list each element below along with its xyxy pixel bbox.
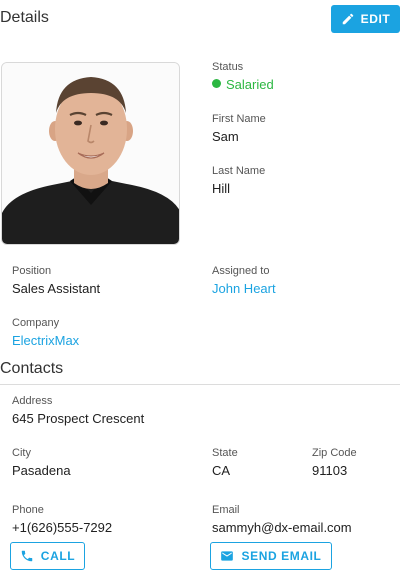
state-label: State — [212, 447, 238, 459]
position-label: Position — [12, 265, 52, 277]
last-name-label: Last Name — [212, 165, 266, 177]
call-button-label: CALL — [40, 549, 76, 563]
city-value: Pasadena — [12, 463, 71, 478]
email-label: Email — [212, 504, 240, 516]
assigned-to-link[interactable]: John Heart — [212, 281, 276, 296]
edit-button-label: EDIT — [360, 12, 391, 26]
contacts-divider — [0, 384, 400, 385]
address-label: Address — [12, 395, 53, 407]
last-name-value: Hill — [212, 181, 231, 196]
address-value: 645 Prospect Crescent — [12, 411, 145, 426]
phone-value: +1(626)555-7292 — [12, 520, 113, 535]
company-label: Company — [12, 317, 60, 329]
status-label: Status — [212, 61, 244, 73]
assigned-to-label: Assigned to — [212, 265, 270, 277]
city-label: City — [12, 447, 31, 459]
first-name-value: Sam — [212, 129, 239, 144]
position-value: Sales Assistant — [12, 281, 101, 296]
zip-code-label: Zip Code — [312, 447, 357, 459]
call-button[interactable]: CALL — [10, 542, 85, 570]
first-name-label: First Name — [212, 113, 266, 125]
status-dot-icon — [212, 79, 221, 88]
send-email-button[interactable]: SEND EMAIL — [210, 542, 332, 570]
status-value: Salaried — [226, 77, 274, 92]
details-title: Details — [0, 9, 49, 26]
phone-label: Phone — [12, 504, 44, 516]
email-value: sammyh@dx-email.com — [212, 520, 352, 535]
zip-code-value: 91103 — [312, 463, 348, 478]
phone-icon — [21, 550, 33, 562]
edit-button[interactable]: EDIT — [331, 5, 400, 33]
mail-icon — [221, 551, 234, 561]
pencil-icon — [342, 13, 353, 25]
state-value: CA — [212, 463, 231, 478]
company-link[interactable]: ElectrixMax — [12, 333, 79, 348]
send-email-button-label: SEND EMAIL — [241, 549, 322, 563]
contacts-title: Contacts — [0, 360, 64, 377]
employee-photo — [1, 62, 180, 245]
